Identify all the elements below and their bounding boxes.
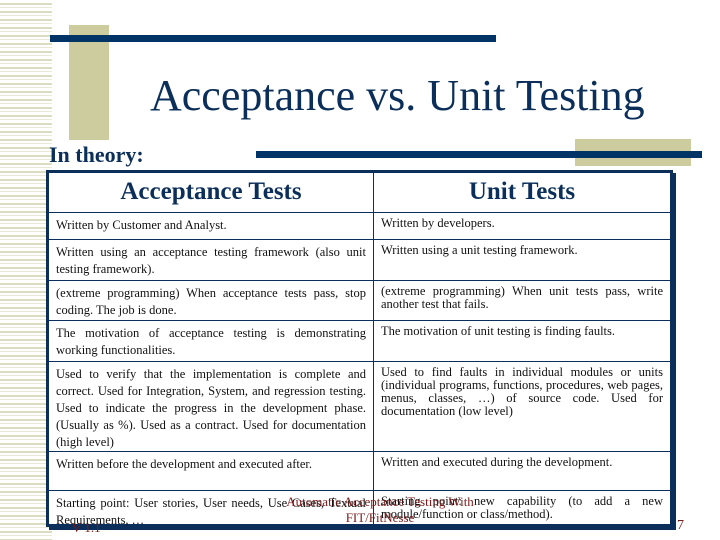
acceptance-cell: The motivation of acceptance testing is … [49, 321, 374, 361]
acceptance-cell: Written before the development and execu… [49, 452, 374, 490]
slide-title: Acceptance vs. Unit Testing [150, 71, 645, 120]
decorative-mid-bar [256, 151, 702, 158]
acceptance-cell: Used to verify that the implementation i… [49, 362, 374, 451]
page-number: 7 [677, 518, 684, 533]
unit-cell: (extreme programming) When unit tests pa… [381, 284, 663, 311]
decorative-top-bar [50, 35, 496, 42]
unit-cell: Written by developers. [381, 216, 495, 230]
footer-title: Automatic Acceptance Testing With FIT/Fi… [230, 494, 530, 526]
table-row: Written using an acceptance testing fram… [49, 240, 670, 281]
comparison-table: Acceptance Tests Unit Tests Written by C… [46, 170, 673, 527]
table-row: The motivation of acceptance testing is … [49, 321, 670, 362]
footer-version: V 1.1 [72, 520, 101, 535]
acceptance-cell: (extreme programming) When acceptance te… [49, 281, 374, 320]
decorative-stripes [0, 0, 52, 540]
unit-cell: The motivation of unit testing is findin… [381, 324, 616, 338]
unit-cell: Used to find faults in individual module… [381, 365, 663, 418]
table-row: Written by Customer and Analyst. Written… [49, 213, 670, 240]
header-unit-tests: Unit Tests [468, 178, 576, 205]
acceptance-cell: Written using an acceptance testing fram… [49, 240, 374, 280]
footer-title-line2: FIT/FitNesse [345, 510, 415, 525]
slide-subtitle: In theory: [49, 142, 144, 167]
table-row: Used to verify that the implementation i… [49, 362, 670, 452]
table-row: (extreme programming) When acceptance te… [49, 281, 670, 321]
unit-cell: Written and executed during the developm… [381, 455, 613, 469]
acceptance-cell: Written by Customer and Analyst. [49, 213, 374, 239]
header-acceptance-tests: Acceptance Tests [49, 173, 374, 212]
decorative-olive-block [69, 25, 109, 140]
footer-title-line1: Automatic Acceptance Testing With [286, 494, 474, 509]
table-row: Written before the development and execu… [49, 452, 670, 491]
table-header-row: Acceptance Tests Unit Tests [49, 173, 670, 213]
unit-cell: Written using a unit testing framework. [381, 243, 578, 257]
